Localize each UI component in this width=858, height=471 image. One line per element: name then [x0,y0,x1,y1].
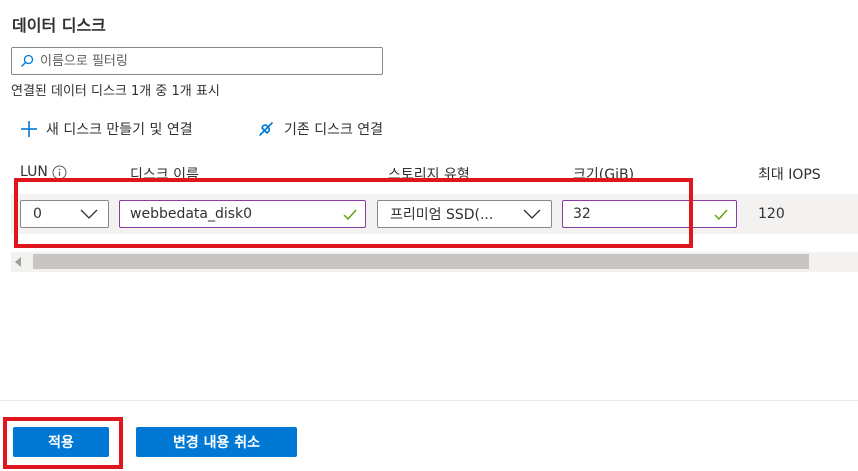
attach-existing-disk-button[interactable]: 기존 디스크 연결 [256,118,383,140]
horizontal-scrollbar[interactable] [11,252,858,272]
highlight-box-row [14,178,693,248]
disk-count-text: 연결된 데이터 디스크 1개 중 1개 표시 [11,84,220,99]
max-iops-value: 120 [758,206,785,222]
link-icon [256,119,276,139]
checkmark-icon [714,209,728,220]
search-icon [20,54,34,68]
discard-changes-button[interactable]: 변경 내용 취소 [136,427,297,457]
create-attach-disk-button[interactable]: 새 디스크 만들기 및 연결 [20,118,193,140]
scroll-left-icon[interactable] [15,257,21,267]
attach-existing-disk-label: 기존 디스크 연결 [284,122,384,138]
filter-input[interactable] [40,53,370,69]
divider [0,400,858,401]
column-header-max-iops: 최대 IOPS [758,167,821,183]
create-attach-disk-label: 새 디스크 만들기 및 연결 [46,122,193,138]
highlight-box-apply [3,417,123,469]
scrollbar-thumb[interactable] [33,254,809,269]
filter-field[interactable] [11,47,383,75]
plus-icon [20,120,38,138]
page-title: 데이터 디스크 [12,16,106,35]
